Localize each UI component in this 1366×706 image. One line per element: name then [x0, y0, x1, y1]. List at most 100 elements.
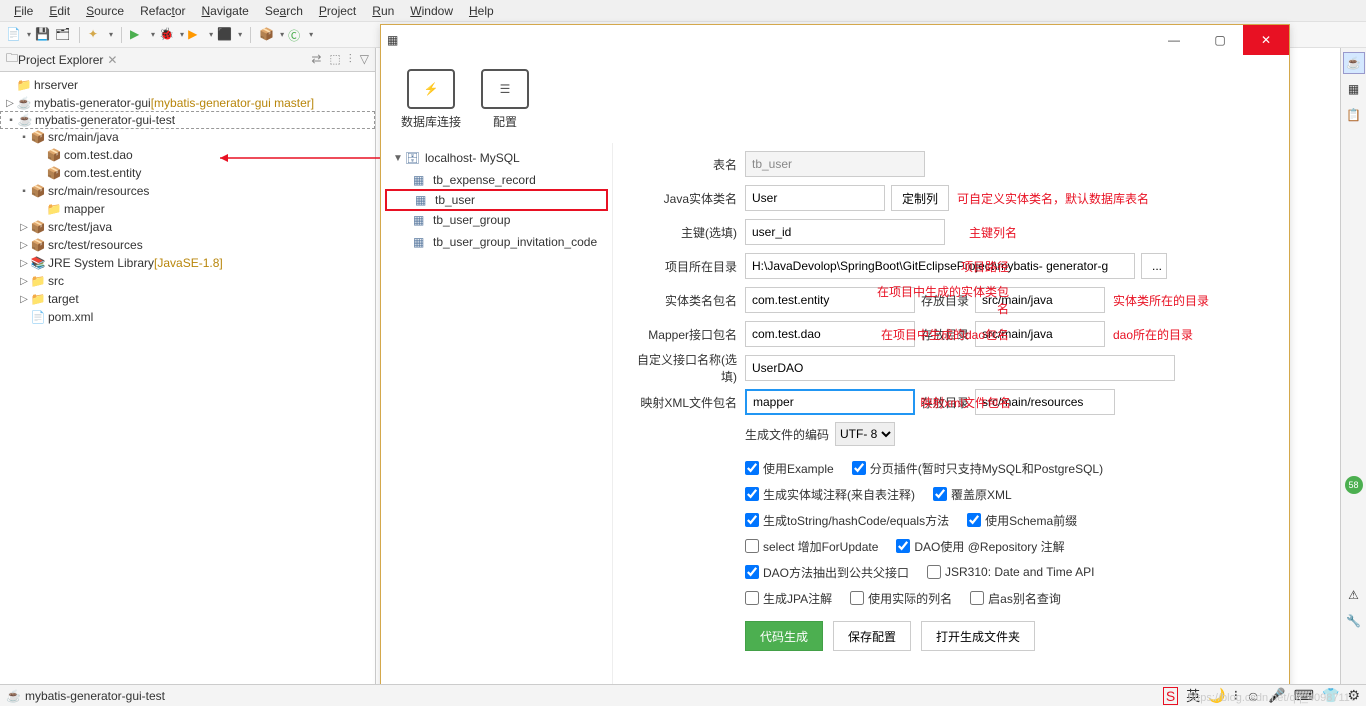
task-icon[interactable]: 📋: [1343, 104, 1365, 126]
chk-example[interactable]: 使用Example: [745, 460, 834, 477]
menu-edit[interactable]: Edit: [41, 2, 78, 20]
pk-input[interactable]: [745, 219, 945, 245]
tree-item[interactable]: ▷📁target: [0, 290, 375, 308]
menu-refactor[interactable]: Refactor: [132, 2, 193, 20]
pk-label: 主键(选填): [625, 224, 745, 241]
iface-input[interactable]: [745, 355, 1175, 381]
ime-icon[interactable]: S: [1163, 687, 1178, 705]
debug-icon[interactable]: 🐞: [159, 27, 175, 43]
new-pkg-icon[interactable]: 📦: [259, 27, 275, 43]
run-icon[interactable]: ▶: [130, 27, 146, 43]
table-item[interactable]: tb_expense_record: [385, 169, 608, 191]
tree-item[interactable]: 📦com.test.dao: [0, 146, 375, 164]
badge-icon[interactable]: 58: [1343, 474, 1365, 496]
proj-path-input[interactable]: [745, 253, 1135, 279]
custom-columns-button[interactable]: 定制列: [891, 185, 949, 211]
db-connect-button[interactable]: ⚡ 数据库连接: [401, 69, 461, 130]
menu-search[interactable]: Search: [257, 2, 311, 20]
table-item[interactable]: tb_user_group_invitation_code: [385, 231, 608, 253]
chk-jpa[interactable]: 生成JPA注解: [745, 590, 832, 607]
view-menu-icon[interactable]: ▽: [360, 52, 369, 67]
menu-help[interactable]: Help: [461, 2, 502, 20]
watermark: https://blog.csdn.net/qq_40987117: [1188, 692, 1356, 704]
tree-item[interactable]: ▷📦src/test/resources: [0, 236, 375, 254]
tree-item[interactable]: 📄pom.xml: [0, 308, 375, 326]
entity-note: 可自定义实体类名，默认数据库表名: [949, 190, 1149, 207]
outline-icon[interactable]: ▦: [1343, 78, 1365, 100]
tree-item[interactable]: ▪📦src/main/resources: [0, 182, 375, 200]
database-tree[interactable]: ▼ 🗄 localhost- MySQL tb_expense_recordtb…: [381, 143, 613, 697]
table-item[interactable]: tb_user: [385, 189, 608, 211]
close-button[interactable]: ✕: [1243, 25, 1289, 55]
pk-note: 主键列名: [945, 224, 1017, 241]
ext-tools-icon[interactable]: ⬛: [217, 27, 233, 43]
tree-item[interactable]: 📁hrserver: [0, 76, 375, 94]
entity-label: Java实体类名: [625, 190, 745, 207]
menu-navigate[interactable]: Navigate: [193, 2, 256, 20]
browse-button[interactable]: ...: [1141, 253, 1167, 279]
menu-source[interactable]: Source: [78, 2, 132, 20]
chk-schema[interactable]: 使用Schema前缀: [967, 512, 1077, 529]
servers-icon[interactable]: 🔧: [1343, 610, 1365, 632]
xml-pkg-red: 映射xml文件包名: [905, 394, 1015, 411]
tree-item[interactable]: ▷📦src/test/java: [0, 218, 375, 236]
chk-jsr310[interactable]: JSR310: Date and Time API: [927, 565, 1094, 579]
save-all-icon[interactable]: 🗂: [55, 27, 71, 43]
generator-dialog: ▦ — ▢ ✕ ⚡ 数据库连接 ☰ 配置 ▼ 🗄 localhost- MySQ…: [380, 24, 1290, 696]
close-view-icon[interactable]: ✕: [107, 53, 117, 67]
generate-button[interactable]: 代码生成: [745, 621, 823, 651]
tree-item[interactable]: ▷📚JRE System Library [JavaSE-1.8]: [0, 254, 375, 272]
link-editor-icon[interactable]: ⬚: [329, 52, 340, 67]
encoding-select[interactable]: UTF- 8: [835, 422, 895, 446]
table-name-label: 表名: [625, 156, 745, 173]
build-icon[interactable]: ✦: [88, 27, 104, 43]
perspective-icon[interactable]: ☕: [1343, 52, 1365, 74]
folder-icon: 🗀: [6, 49, 18, 70]
coverage-icon[interactable]: ▶: [188, 27, 204, 43]
chk-parent-iface[interactable]: DAO方法抽出到公共父接口: [745, 564, 909, 581]
maximize-button[interactable]: ▢: [1197, 25, 1243, 55]
menu-run[interactable]: Run: [364, 2, 402, 20]
collapse-icon[interactable]: ⇄: [311, 52, 321, 67]
entity-pkg-red: 在项目中生成的实体类包名: [873, 283, 1013, 317]
xml-pkg-label: 映射XML文件包名: [625, 394, 745, 411]
chk-alias[interactable]: 启as别名查询: [970, 590, 1061, 607]
chk-overwrite[interactable]: 覆盖原XML: [933, 486, 1012, 503]
tree-item[interactable]: ▷📁src: [0, 272, 375, 290]
menu-window[interactable]: Window: [402, 2, 461, 20]
menu-project[interactable]: Project: [311, 2, 364, 20]
new-icon[interactable]: 📄: [6, 27, 22, 43]
config-button[interactable]: ☰ 配置: [481, 69, 529, 130]
entity-input[interactable]: [745, 185, 885, 211]
menu-file[interactable]: File: [6, 2, 41, 20]
xml-pkg-input[interactable]: [745, 389, 915, 415]
db-root[interactable]: ▼ 🗄 localhost- MySQL: [385, 147, 608, 169]
chk-tostring[interactable]: 生成toString/hashCode/equals方法: [745, 512, 949, 529]
markers-icon[interactable]: ⚠: [1343, 584, 1365, 606]
save-icon[interactable]: 💾: [35, 27, 51, 43]
table-item[interactable]: tb_user_group: [385, 209, 608, 231]
chk-comments[interactable]: 生成实体域注释(来自表注释): [745, 486, 915, 503]
project-tree[interactable]: 📁hrserver▷☕mybatis-generator-gui [mybati…: [0, 72, 375, 686]
chk-pagination[interactable]: 分页插件(暂时只支持MySQL和PostgreSQL): [852, 460, 1103, 477]
dao-pkg-red: 在项目中生成的dao包名: [873, 326, 1013, 343]
list-icon: ☰: [500, 82, 511, 96]
save-config-button[interactable]: 保存配置: [833, 621, 911, 651]
chk-repository[interactable]: DAO使用 @Repository 注解: [896, 538, 1064, 555]
chk-forupdate[interactable]: select 增加ForUpdate: [745, 538, 878, 555]
entity-dir-note: 实体类所在的目录: [1105, 292, 1209, 309]
open-folder-button[interactable]: 打开生成文件夹: [921, 621, 1035, 651]
tree-item[interactable]: ▪☕mybatis-generator-gui-test: [0, 111, 375, 129]
chk-actual-cols[interactable]: 使用实际的列名: [850, 590, 952, 607]
tree-item[interactable]: ▪📦src/main/java: [0, 128, 375, 146]
right-gutter: ☕ ▦ 📋 58 ⚠ 🔧: [1340, 48, 1366, 684]
new-class-icon[interactable]: Ⓒ: [288, 27, 304, 43]
tree-item[interactable]: 📦com.test.entity: [0, 164, 375, 182]
filter-icon[interactable]: ⫶: [349, 52, 352, 67]
minimize-button[interactable]: —: [1151, 25, 1197, 55]
proj-path-red: 项目路径: [957, 258, 1013, 275]
tree-item[interactable]: 📁mapper: [0, 200, 375, 218]
dao-pkg-label: Mapper接口包名: [625, 326, 745, 343]
tree-item[interactable]: ▷☕mybatis-generator-gui [mybatis-generat…: [0, 94, 375, 112]
database-icon: 🗄: [405, 151, 421, 165]
